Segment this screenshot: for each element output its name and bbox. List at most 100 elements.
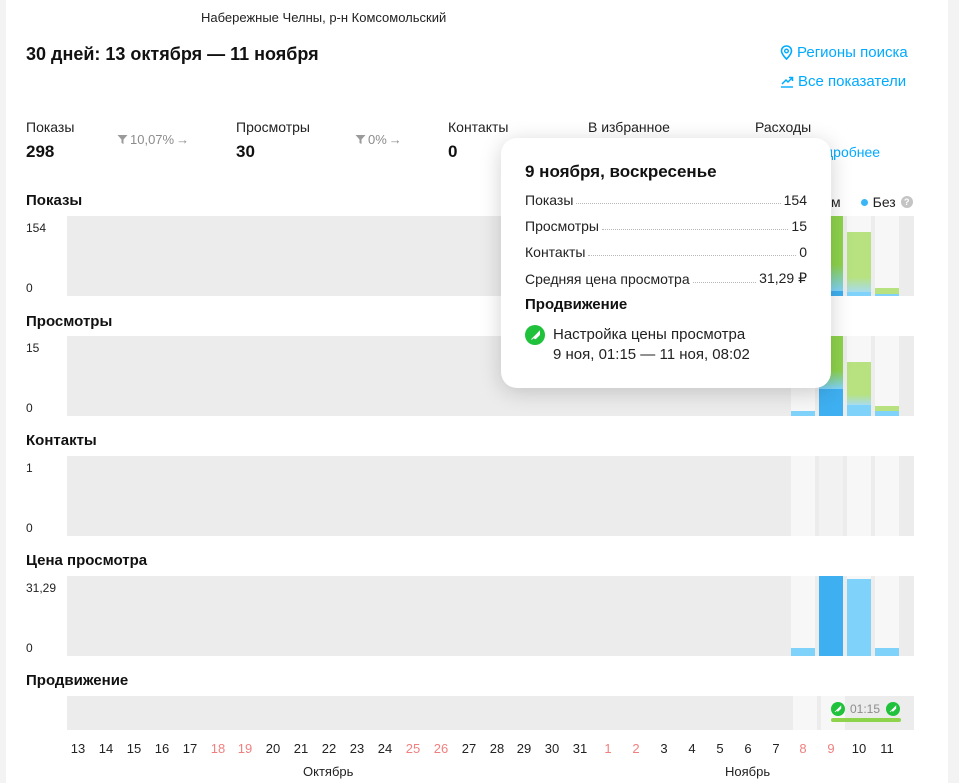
location-pin-icon — [780, 45, 793, 60]
x-axis-day-label: 2 — [632, 741, 640, 756]
x-axis-day-label: 3 — [660, 741, 668, 756]
section-title-impressions: Показы — [26, 192, 83, 209]
legend: м Без ? — [831, 194, 913, 210]
chart-day-column[interactable] — [847, 576, 871, 656]
x-axis-day-label: 11 — [880, 741, 894, 756]
chart-day-column[interactable] — [819, 456, 843, 536]
promotion-plot[interactable]: 01:15 — [67, 696, 914, 730]
tooltip-promo-time: 9 ноя, 01:15 — 11 ноя, 08:02 — [553, 346, 750, 363]
x-axis-day-label: 13 — [70, 741, 86, 756]
trend-up-icon — [781, 76, 794, 88]
tooltip-row-value: 0 — [799, 244, 807, 260]
all-metrics-link[interactable]: Все показатели — [780, 73, 906, 90]
chart-bar-10[interactable] — [847, 579, 871, 656]
chart-day-column[interactable] — [875, 456, 899, 536]
tooltip-row-impressions: Показы 154 — [525, 192, 807, 208]
chart-bar-10[interactable] — [847, 292, 871, 296]
help-icon[interactable]: ? — [900, 196, 913, 208]
y-min-contacts: 0 — [26, 521, 33, 535]
funnel-icon — [355, 135, 366, 144]
search-regions-label: Регионы поиска — [797, 44, 908, 61]
x-axis-day-label: 1 — [604, 741, 612, 756]
region-name: Набережные Челны, р-н Комсомольский — [201, 10, 447, 25]
legend-without-label: Без — [872, 194, 896, 210]
x-axis-day-label: 29 — [516, 741, 532, 756]
x-axis-day-label: 18 — [210, 741, 226, 756]
chart-day-column[interactable] — [847, 216, 871, 296]
x-axis-day-label: 5 — [716, 741, 724, 756]
rocket-icon[interactable] — [886, 702, 900, 716]
stat-contacts-value: 0 — [448, 142, 458, 161]
y-max-contacts: 1 — [26, 461, 33, 475]
stat-impressions-label: Показы — [26, 119, 75, 135]
stat-views-delta-value: 0% — [368, 132, 387, 147]
details-label: дробнее — [825, 144, 881, 160]
tooltip-row-views: Просмотры 15 — [525, 218, 807, 234]
all-metrics-label: Все показатели — [798, 73, 907, 90]
statistics-card: Набережные Челны, р-н Комсомольский 30 д… — [6, 0, 948, 783]
chart-bar-10[interactable] — [847, 405, 871, 416]
chart-bar-9[interactable] — [819, 576, 843, 656]
chart-bar-11[interactable] — [875, 648, 899, 656]
chart-bar-9[interactable] — [819, 389, 843, 416]
chart-day-column[interactable] — [875, 576, 899, 656]
y-min-views: 0 — [26, 401, 33, 415]
chart-day-column[interactable] — [791, 456, 815, 536]
y-max-views: 15 — [26, 341, 40, 355]
chart-day-column[interactable] — [847, 336, 871, 416]
chart-day-column[interactable] — [875, 336, 899, 416]
chart-bar-10[interactable] — [847, 232, 871, 292]
search-regions-link[interactable]: Регионы поиска — [780, 44, 908, 61]
rocket-icon[interactable] — [831, 702, 845, 716]
tooltip-row-label: Средняя цена просмотра — [525, 271, 690, 287]
chart-day-column[interactable] — [819, 576, 843, 656]
x-axis-day-label: 17 — [182, 741, 198, 756]
section-title-views: Просмотры — [26, 313, 113, 330]
tooltip-row-value: 15 — [791, 218, 807, 234]
chart-day-column[interactable] — [791, 576, 815, 656]
tooltip-title: 9 ноября, воскресенье — [525, 162, 717, 181]
legend-partial-label: м — [831, 194, 841, 210]
chart-bar-11[interactable] — [875, 411, 899, 416]
details-link[interactable]: дробнее — [825, 144, 880, 160]
chart-day-column[interactable] — [847, 456, 871, 536]
stat-favorites-label: В избранное — [588, 119, 670, 135]
x-axis-day-label: 16 — [154, 741, 170, 756]
chart-bar-8[interactable] — [791, 648, 815, 656]
x-axis-day-label: 7 — [772, 741, 780, 756]
section-title-promotion: Продвижение — [26, 672, 129, 689]
tooltip-row-label: Показы — [525, 192, 574, 208]
stat-impressions-delta[interactable]: 10,07% → — [117, 132, 189, 147]
stat-views-delta[interactable]: 0% → — [355, 132, 402, 147]
stat-impressions-value: 298 — [26, 142, 55, 161]
section-title-view-price: Цена просмотра — [26, 552, 148, 569]
chart-bar-11[interactable] — [875, 406, 899, 411]
funnel-icon — [117, 135, 128, 144]
x-axis-day-label: 8 — [799, 741, 807, 756]
x-axis-day-label: 9 — [827, 741, 835, 756]
tooltip-row-contacts: Контакты 0 — [525, 244, 807, 260]
stat-views-label: Просмотры — [236, 119, 310, 135]
stat-impressions-delta-value: 10,07% — [130, 132, 175, 147]
x-axis-day-label: 24 — [377, 741, 393, 756]
contacts-plot[interactable] — [67, 456, 914, 536]
chart-bar-10[interactable] — [847, 362, 871, 405]
x-axis-day-label: 4 — [688, 741, 696, 756]
chart-day-column[interactable] — [875, 216, 899, 296]
chart-bar-11[interactable] — [875, 288, 899, 294]
x-axis-day-label: 28 — [489, 741, 505, 756]
promo-time-label: 01:15 — [850, 702, 881, 716]
view-price-plot[interactable] — [67, 576, 914, 656]
arrow-right-icon: → — [176, 132, 190, 147]
x-axis-day-label: 27 — [461, 741, 477, 756]
tooltip-row-avg-price: Средняя цена просмотра 31,29 ₽ — [525, 270, 807, 287]
chart-bar-11[interactable] — [875, 294, 899, 296]
day-tooltip: 9 ноября, воскресенье Показы 154 Просмотр… — [501, 138, 831, 388]
chart-bar-8[interactable] — [791, 411, 815, 416]
period-title: 30 дней: 13 октября — 11 ноября — [26, 44, 319, 64]
rocket-icon — [525, 325, 545, 345]
y-min-impressions: 0 — [26, 281, 33, 295]
promo-column-8 — [793, 696, 817, 730]
tooltip-promo-name: Настройка цены просмотра — [553, 326, 746, 343]
tooltip-row-label: Просмотры — [525, 218, 599, 234]
